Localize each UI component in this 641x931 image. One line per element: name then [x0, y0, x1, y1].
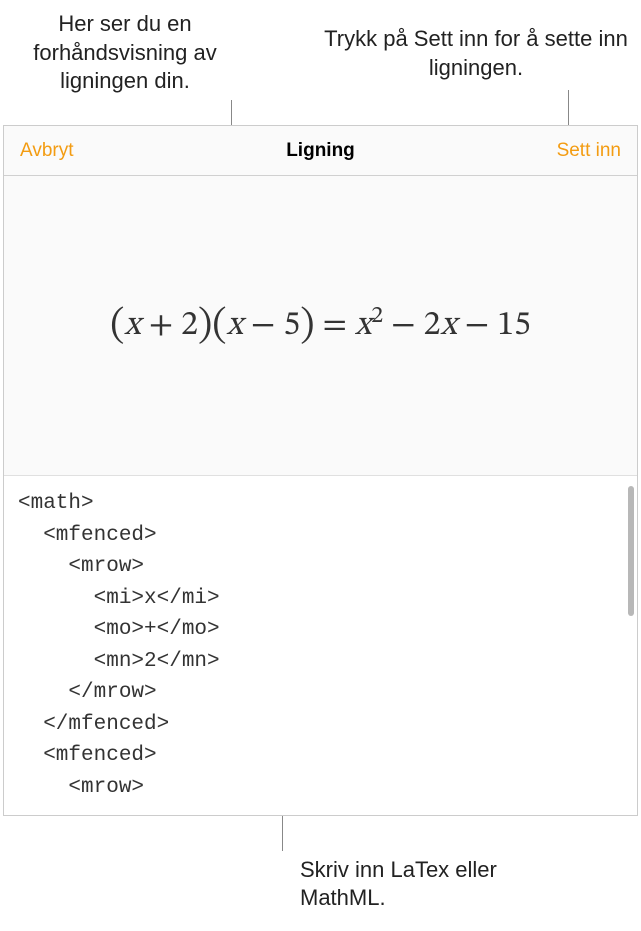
op-minus: −: [243, 309, 283, 343]
equation-dialog: Avbryt Ligning Sett inn (x + 2)(x − 5) =…: [3, 125, 638, 816]
code-text[interactable]: <math> <mfenced> <mrow> <mi>x</mi> <mo>+…: [4, 476, 637, 815]
exp-2: 2: [371, 304, 383, 328]
callout-insert: Trykk på Sett inn for å sette inn lignin…: [321, 25, 631, 82]
var-x: x: [124, 309, 140, 343]
op-minus: −: [383, 309, 423, 343]
num-5: 5: [283, 309, 300, 343]
rparen: ): [198, 306, 212, 346]
dialog-title: Ligning: [100, 140, 541, 162]
rendered-equation: (x + 2)(x − 5) = x2 − 2x − 15: [110, 301, 531, 351]
lparen: (: [110, 306, 124, 346]
scrollbar[interactable]: [628, 486, 634, 616]
op-minus: −: [457, 309, 497, 343]
var-x: x: [440, 309, 456, 343]
cancel-button[interactable]: Avbryt: [20, 140, 100, 162]
insert-button[interactable]: Sett inn: [541, 140, 621, 162]
callout-preview: Her ser du en forhåndsvisning av ligning…: [10, 10, 240, 96]
rparen: ): [300, 306, 314, 346]
equation-preview: (x + 2)(x − 5) = x2 − 2x − 15: [4, 176, 637, 475]
op-plus: +: [141, 309, 181, 343]
coef-2: 2: [424, 309, 441, 343]
toolbar: Avbryt Ligning Sett inn: [4, 126, 637, 176]
var-x: x: [355, 309, 371, 343]
num-2: 2: [181, 309, 198, 343]
var-x: x: [227, 309, 243, 343]
num-15: 15: [497, 309, 531, 343]
lparen: (: [212, 306, 226, 346]
code-input-area[interactable]: <math> <mfenced> <mrow> <mi>x</mi> <mo>+…: [4, 475, 637, 815]
op-eq: =: [314, 309, 354, 343]
callout-code: Skriv inn LaTex eller MathML.: [300, 856, 580, 913]
